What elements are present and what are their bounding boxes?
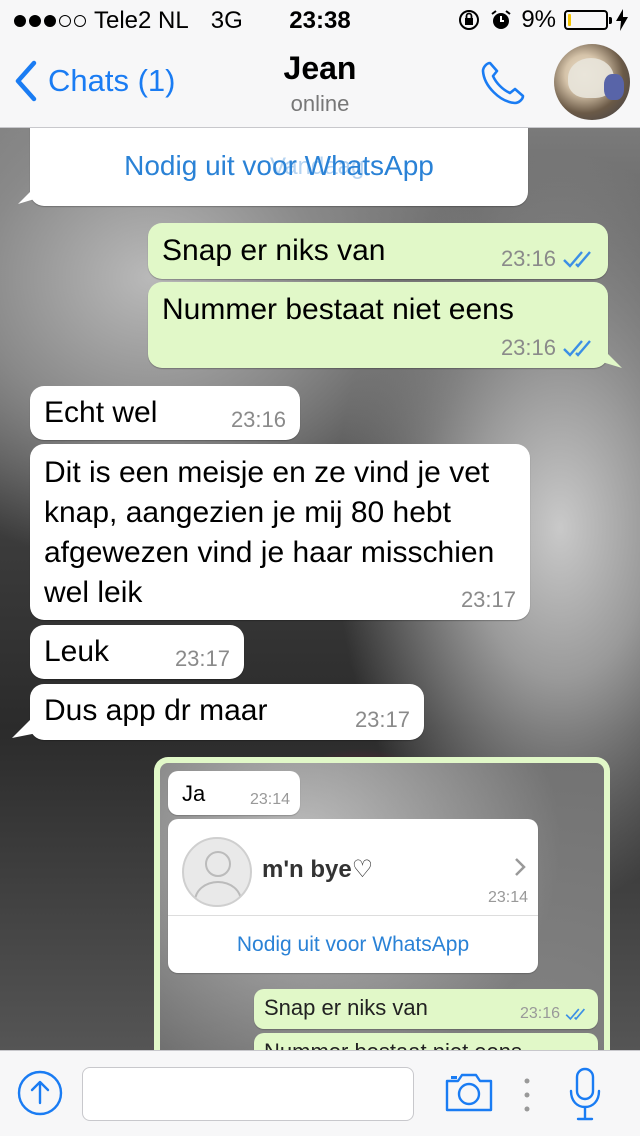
- embedded-time: 23:14: [487, 889, 528, 906]
- embedded-message: Ja 23:14: [168, 771, 300, 815]
- message-time: 23:16: [230, 407, 286, 432]
- message-bubble-incoming[interactable]: Dus app dr maar 23:17: [30, 684, 424, 740]
- camera-icon: [445, 1073, 493, 1112]
- double-check-icon: [563, 251, 591, 268]
- embedded-time: 23:14: [249, 791, 290, 808]
- message-time: 23:17: [354, 707, 410, 732]
- embedded-text: Ja: [182, 781, 206, 806]
- message-meta: 23:17: [461, 588, 516, 612]
- embedded-contact-card: m'n bye♡ 23:14 Nodig uit voor WhatsApp: [168, 819, 538, 973]
- message-time: 23:16: [500, 335, 556, 360]
- invite-link[interactable]: Nodig uit voor WhatsApp: [30, 150, 528, 182]
- phone-icon: [481, 61, 525, 105]
- message-meta: 23:17: [355, 708, 410, 732]
- message-meta: 23:16: [501, 336, 594, 360]
- message-text: Dit is een meisje en ze vind je vet knap…: [44, 456, 495, 609]
- double-check-icon: [565, 1008, 586, 1021]
- message-time: 23:17: [460, 587, 516, 612]
- message-text: Dus app dr maar: [44, 694, 268, 727]
- embedded-invite-link: Nodig uit voor WhatsApp: [236, 933, 470, 956]
- message-input[interactable]: [82, 1067, 414, 1121]
- message-time: 23:16: [500, 246, 556, 271]
- embedded-contact-name: m'n bye♡: [262, 856, 374, 883]
- microphone-icon: [569, 1067, 601, 1121]
- battery-icon: [564, 10, 612, 30]
- double-check-icon: [563, 340, 591, 357]
- charging-bolt-icon: [616, 9, 628, 31]
- call-button[interactable]: [478, 58, 528, 113]
- input-bar: [0, 1050, 640, 1136]
- camera-button[interactable]: [444, 1071, 494, 1118]
- attach-button[interactable]: [16, 1069, 64, 1122]
- contact-placeholder-icon: [182, 837, 252, 907]
- embedded-time-group: 23:16: [520, 1005, 588, 1023]
- message-meta: 23:16: [231, 408, 286, 432]
- battery-percent: 9%: [521, 6, 556, 33]
- message-text: Nummer bestaat niet eens: [162, 293, 514, 326]
- embedded-time: 23:16: [519, 1005, 560, 1022]
- microphone-button[interactable]: [568, 1067, 602, 1128]
- arrow-up-circle-icon: [17, 1070, 63, 1116]
- message-bubble-incoming[interactable]: Dit is een meisje en ze vind je vet knap…: [30, 444, 530, 620]
- status-right-group: 9%: [457, 6, 628, 34]
- contact-status: online: [290, 91, 350, 116]
- message-time: 23:17: [174, 646, 230, 671]
- chat-header: Chats (1) Jean online: [0, 40, 640, 128]
- contact-title[interactable]: Jean online: [0, 50, 640, 117]
- message-text: Leuk: [44, 635, 110, 668]
- message-text: Snap er niks van: [162, 234, 386, 267]
- embedded-text: Snap er niks van: [264, 995, 428, 1020]
- image-message[interactable]: Ja 23:14 m'n bye♡ 23:14 Nodig uit voor W…: [154, 757, 610, 1057]
- chevron-right-icon: [515, 858, 526, 876]
- invite-card: Vandaag Nodig uit voor WhatsApp: [30, 128, 528, 206]
- message-meta: 23:16: [501, 247, 594, 271]
- message-bubble-outgoing[interactable]: Nummer bestaat niet eens 23:16: [148, 282, 608, 368]
- embedded-message: Snap er niks van 23:16: [254, 989, 598, 1029]
- orientation-lock-icon: [459, 10, 480, 30]
- message-text: Echt wel: [44, 396, 158, 429]
- message-meta: 23:17: [175, 647, 230, 671]
- more-dots-icon: [524, 1078, 530, 1112]
- contact-avatar[interactable]: [554, 44, 630, 120]
- message-bubble-incoming[interactable]: Echt wel 23:16: [30, 386, 300, 440]
- message-bubble-outgoing[interactable]: Snap er niks van 23:16: [148, 223, 608, 279]
- alarm-icon: [491, 10, 511, 29]
- contact-name: Jean: [283, 50, 357, 86]
- status-bar: Tele2 NL 3G 23:38 9%: [0, 0, 640, 40]
- message-bubble-incoming[interactable]: Leuk 23:17: [30, 625, 244, 679]
